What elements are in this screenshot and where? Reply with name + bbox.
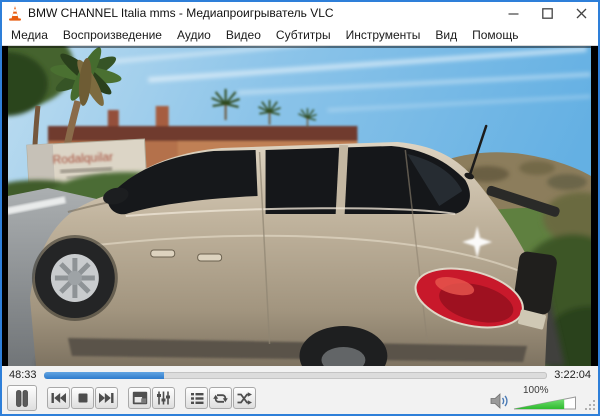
front-wheel xyxy=(31,235,118,321)
seek-row: 48:33 3:22:04 xyxy=(2,366,598,384)
shuffle-icon xyxy=(237,391,252,405)
volume-slider[interactable] xyxy=(513,396,577,410)
minimize-button[interactable] xyxy=(496,2,530,24)
loop-button[interactable] xyxy=(209,387,232,409)
fullscreen-button[interactable] xyxy=(128,387,151,409)
stop-button[interactable] xyxy=(71,387,94,409)
close-button[interactable] xyxy=(564,2,598,24)
menu-view[interactable]: Вид xyxy=(435,28,457,42)
next-button[interactable] xyxy=(95,387,118,409)
maximize-icon xyxy=(541,7,553,19)
total-time: 3:22:04 xyxy=(554,369,591,381)
menu-bar: Медиа Воспроизведение Аудио Видео Субтит… xyxy=(2,24,598,46)
menu-video[interactable]: Видео xyxy=(226,28,261,42)
control-bar: 100% xyxy=(2,384,598,414)
pause-button[interactable] xyxy=(7,385,37,411)
volume-percent: 100% xyxy=(523,385,549,396)
resize-grip[interactable] xyxy=(584,399,596,411)
close-icon xyxy=(576,8,586,18)
vlc-window: BMW CHANNEL Italia mms - Медиапроигрыват… xyxy=(0,0,600,416)
playlist-button[interactable] xyxy=(185,387,208,409)
view-group xyxy=(128,387,175,409)
random-button[interactable] xyxy=(233,387,256,409)
video-area[interactable]: Rodalquilar xyxy=(2,46,598,366)
menu-media[interactable]: Медиа xyxy=(11,28,48,42)
fullscreen-icon xyxy=(132,391,147,405)
previous-icon xyxy=(51,393,66,403)
next-icon xyxy=(99,393,114,403)
pause-icon xyxy=(16,389,28,407)
vlc-cone-icon xyxy=(9,5,21,21)
title-bar[interactable]: BMW CHANNEL Italia mms - Медиапроигрыват… xyxy=(2,2,598,24)
volume-cluster: 100% xyxy=(490,386,577,410)
extended-settings-button[interactable] xyxy=(152,387,175,409)
menu-subtitles[interactable]: Субтитры xyxy=(276,28,331,42)
seek-progress-fill xyxy=(43,371,165,379)
video-frame: Rodalquilar xyxy=(8,46,591,366)
window-title: BMW CHANNEL Italia mms - Медиапроигрыват… xyxy=(28,6,334,20)
playlist-icon xyxy=(190,392,203,404)
seek-bar[interactable] xyxy=(43,371,548,379)
menu-playback[interactable]: Воспроизведение xyxy=(63,28,162,42)
volume-icon[interactable] xyxy=(490,393,509,409)
menu-help[interactable]: Помощь xyxy=(472,28,518,42)
volume-slider-block: 100% xyxy=(513,386,577,410)
transport-group xyxy=(47,387,118,409)
elapsed-time: 48:33 xyxy=(9,369,37,381)
loop-icon xyxy=(213,393,228,403)
previous-button[interactable] xyxy=(47,387,70,409)
equalizer-icon xyxy=(157,391,170,405)
minimize-icon xyxy=(508,12,518,15)
playlist-group xyxy=(185,387,256,409)
menu-audio[interactable]: Аудио xyxy=(177,28,211,42)
menu-tools[interactable]: Инструменты xyxy=(346,28,421,42)
maximize-button[interactable] xyxy=(530,2,564,24)
stop-icon xyxy=(78,393,87,403)
